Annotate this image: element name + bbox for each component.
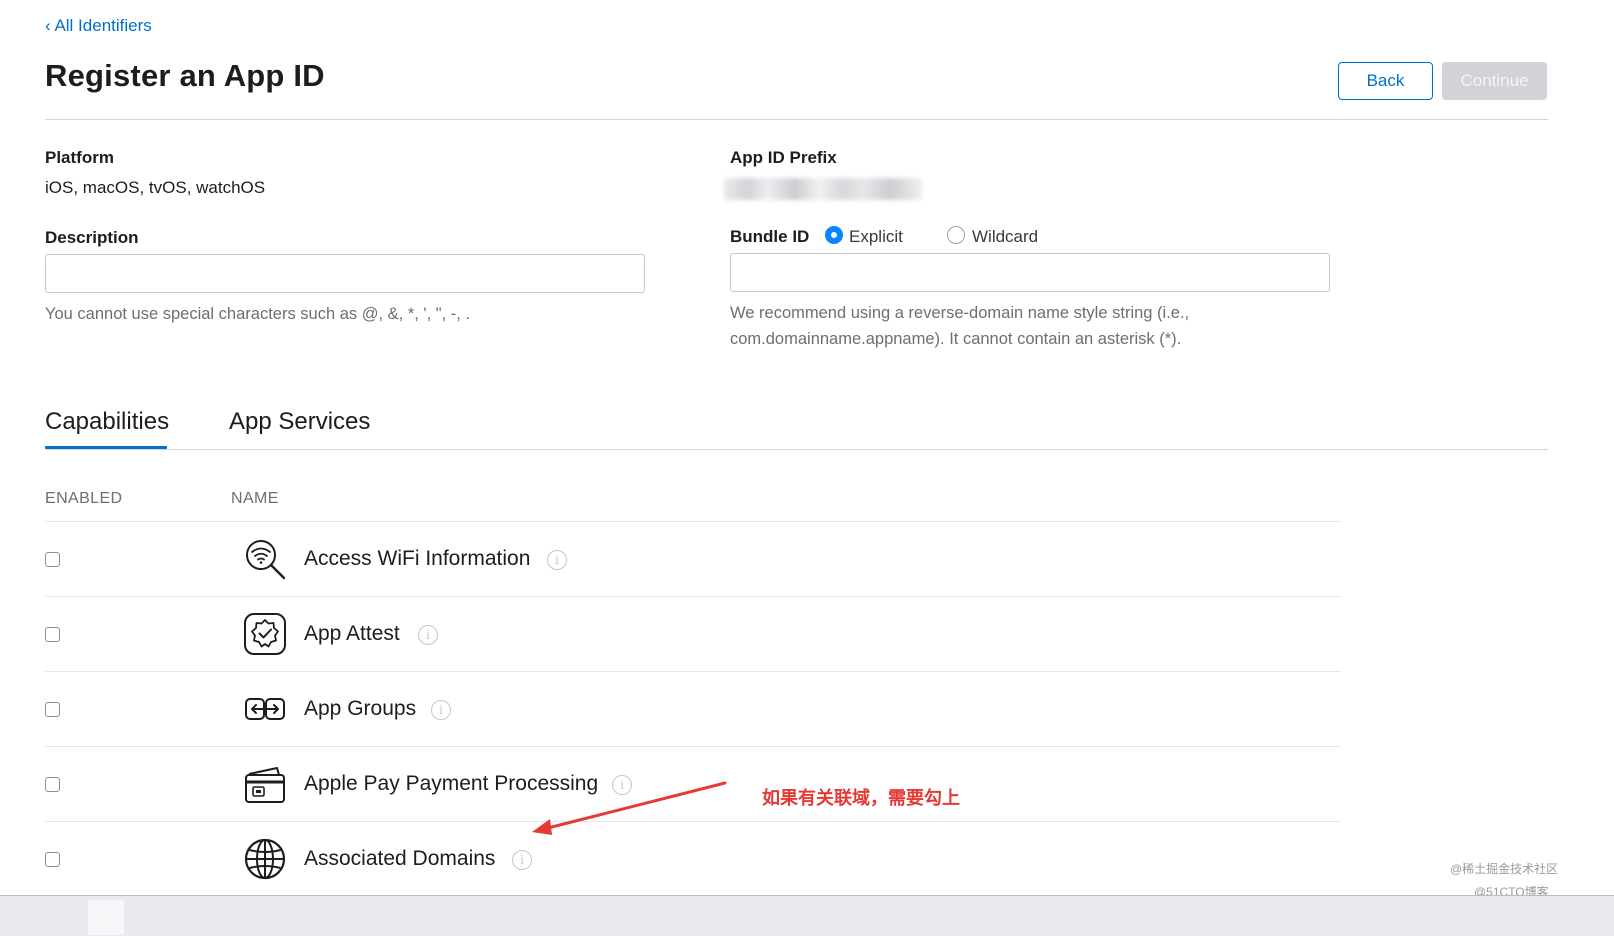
- info-icon[interactable]: i: [418, 625, 438, 645]
- globe-icon: [244, 838, 286, 880]
- annotation-text: 如果有关联域，需要勾上: [762, 788, 960, 808]
- tabs-divider: [45, 449, 1548, 450]
- wildcard-radio-label[interactable]: Wildcard: [972, 227, 1038, 247]
- annotation-arrow: [532, 781, 727, 835]
- info-icon[interactable]: i: [431, 700, 451, 720]
- bundle-id-hint-line2: com.domainname.appname). It cannot conta…: [730, 330, 1182, 348]
- bottom-bar: [0, 895, 1614, 936]
- capability-checkbox-apple-pay[interactable]: [45, 777, 60, 792]
- bundle-id-label: Bundle ID: [730, 227, 810, 246]
- app-groups-icon: [245, 698, 285, 720]
- capability-checkbox-app-attest[interactable]: [45, 627, 60, 642]
- app-id-prefix-redacted-value: [724, 178, 922, 200]
- capability-name-access-wifi: Access WiFi Information: [304, 547, 531, 570]
- platform-label: Platform: [45, 148, 114, 167]
- wildcard-radio[interactable]: [947, 226, 965, 244]
- platform-value: iOS, macOS, tvOS, watchOS: [45, 178, 266, 197]
- continue-button[interactable]: Continue: [1442, 62, 1547, 100]
- capability-checkbox-app-groups[interactable]: [45, 702, 60, 717]
- explicit-radio[interactable]: [825, 226, 843, 244]
- bottom-bar-tab[interactable]: [88, 900, 124, 935]
- watermark-juejin: @稀土掘金技术社区: [1450, 862, 1559, 876]
- capability-checkbox-associated-domains[interactable]: [45, 852, 60, 867]
- column-header-enabled: ENABLED: [45, 490, 123, 507]
- bundle-id-hint-line1: We recommend using a reverse-domain name…: [730, 304, 1190, 322]
- capability-name-app-groups: App Groups: [304, 697, 417, 720]
- row-divider: [45, 521, 1341, 522]
- explicit-radio-label[interactable]: Explicit: [849, 227, 903, 247]
- back-button[interactable]: Back: [1338, 62, 1433, 100]
- description-hint: You cannot use special characters such a…: [45, 305, 471, 323]
- wifi-search-icon: [246, 540, 286, 580]
- tab-app-services[interactable]: App Services: [229, 408, 370, 436]
- capability-checkbox-access-wifi[interactable]: [45, 552, 60, 567]
- credit-card-icon: [245, 767, 285, 803]
- row-divider: [45, 671, 1341, 672]
- info-icon[interactable]: i: [547, 550, 567, 570]
- tab-capabilities[interactable]: Capabilities: [45, 408, 169, 436]
- description-input[interactable]: [45, 254, 645, 293]
- column-header-name: NAME: [231, 490, 279, 507]
- row-divider: [45, 746, 1341, 747]
- header-divider: [45, 119, 1548, 120]
- capability-name-app-attest: App Attest: [304, 622, 400, 645]
- badge-check-icon: [244, 613, 286, 655]
- row-divider: [45, 596, 1341, 597]
- app-id-prefix-label: App ID Prefix: [730, 148, 837, 167]
- description-label: Description: [45, 228, 139, 247]
- info-icon[interactable]: i: [512, 850, 532, 870]
- page-title: Register an App ID: [45, 58, 325, 93]
- bundle-id-input[interactable]: [730, 253, 1330, 292]
- capability-name-associated-domains: Associated Domains: [304, 847, 496, 870]
- all-identifiers-link[interactable]: ‹ All Identifiers: [45, 16, 152, 36]
